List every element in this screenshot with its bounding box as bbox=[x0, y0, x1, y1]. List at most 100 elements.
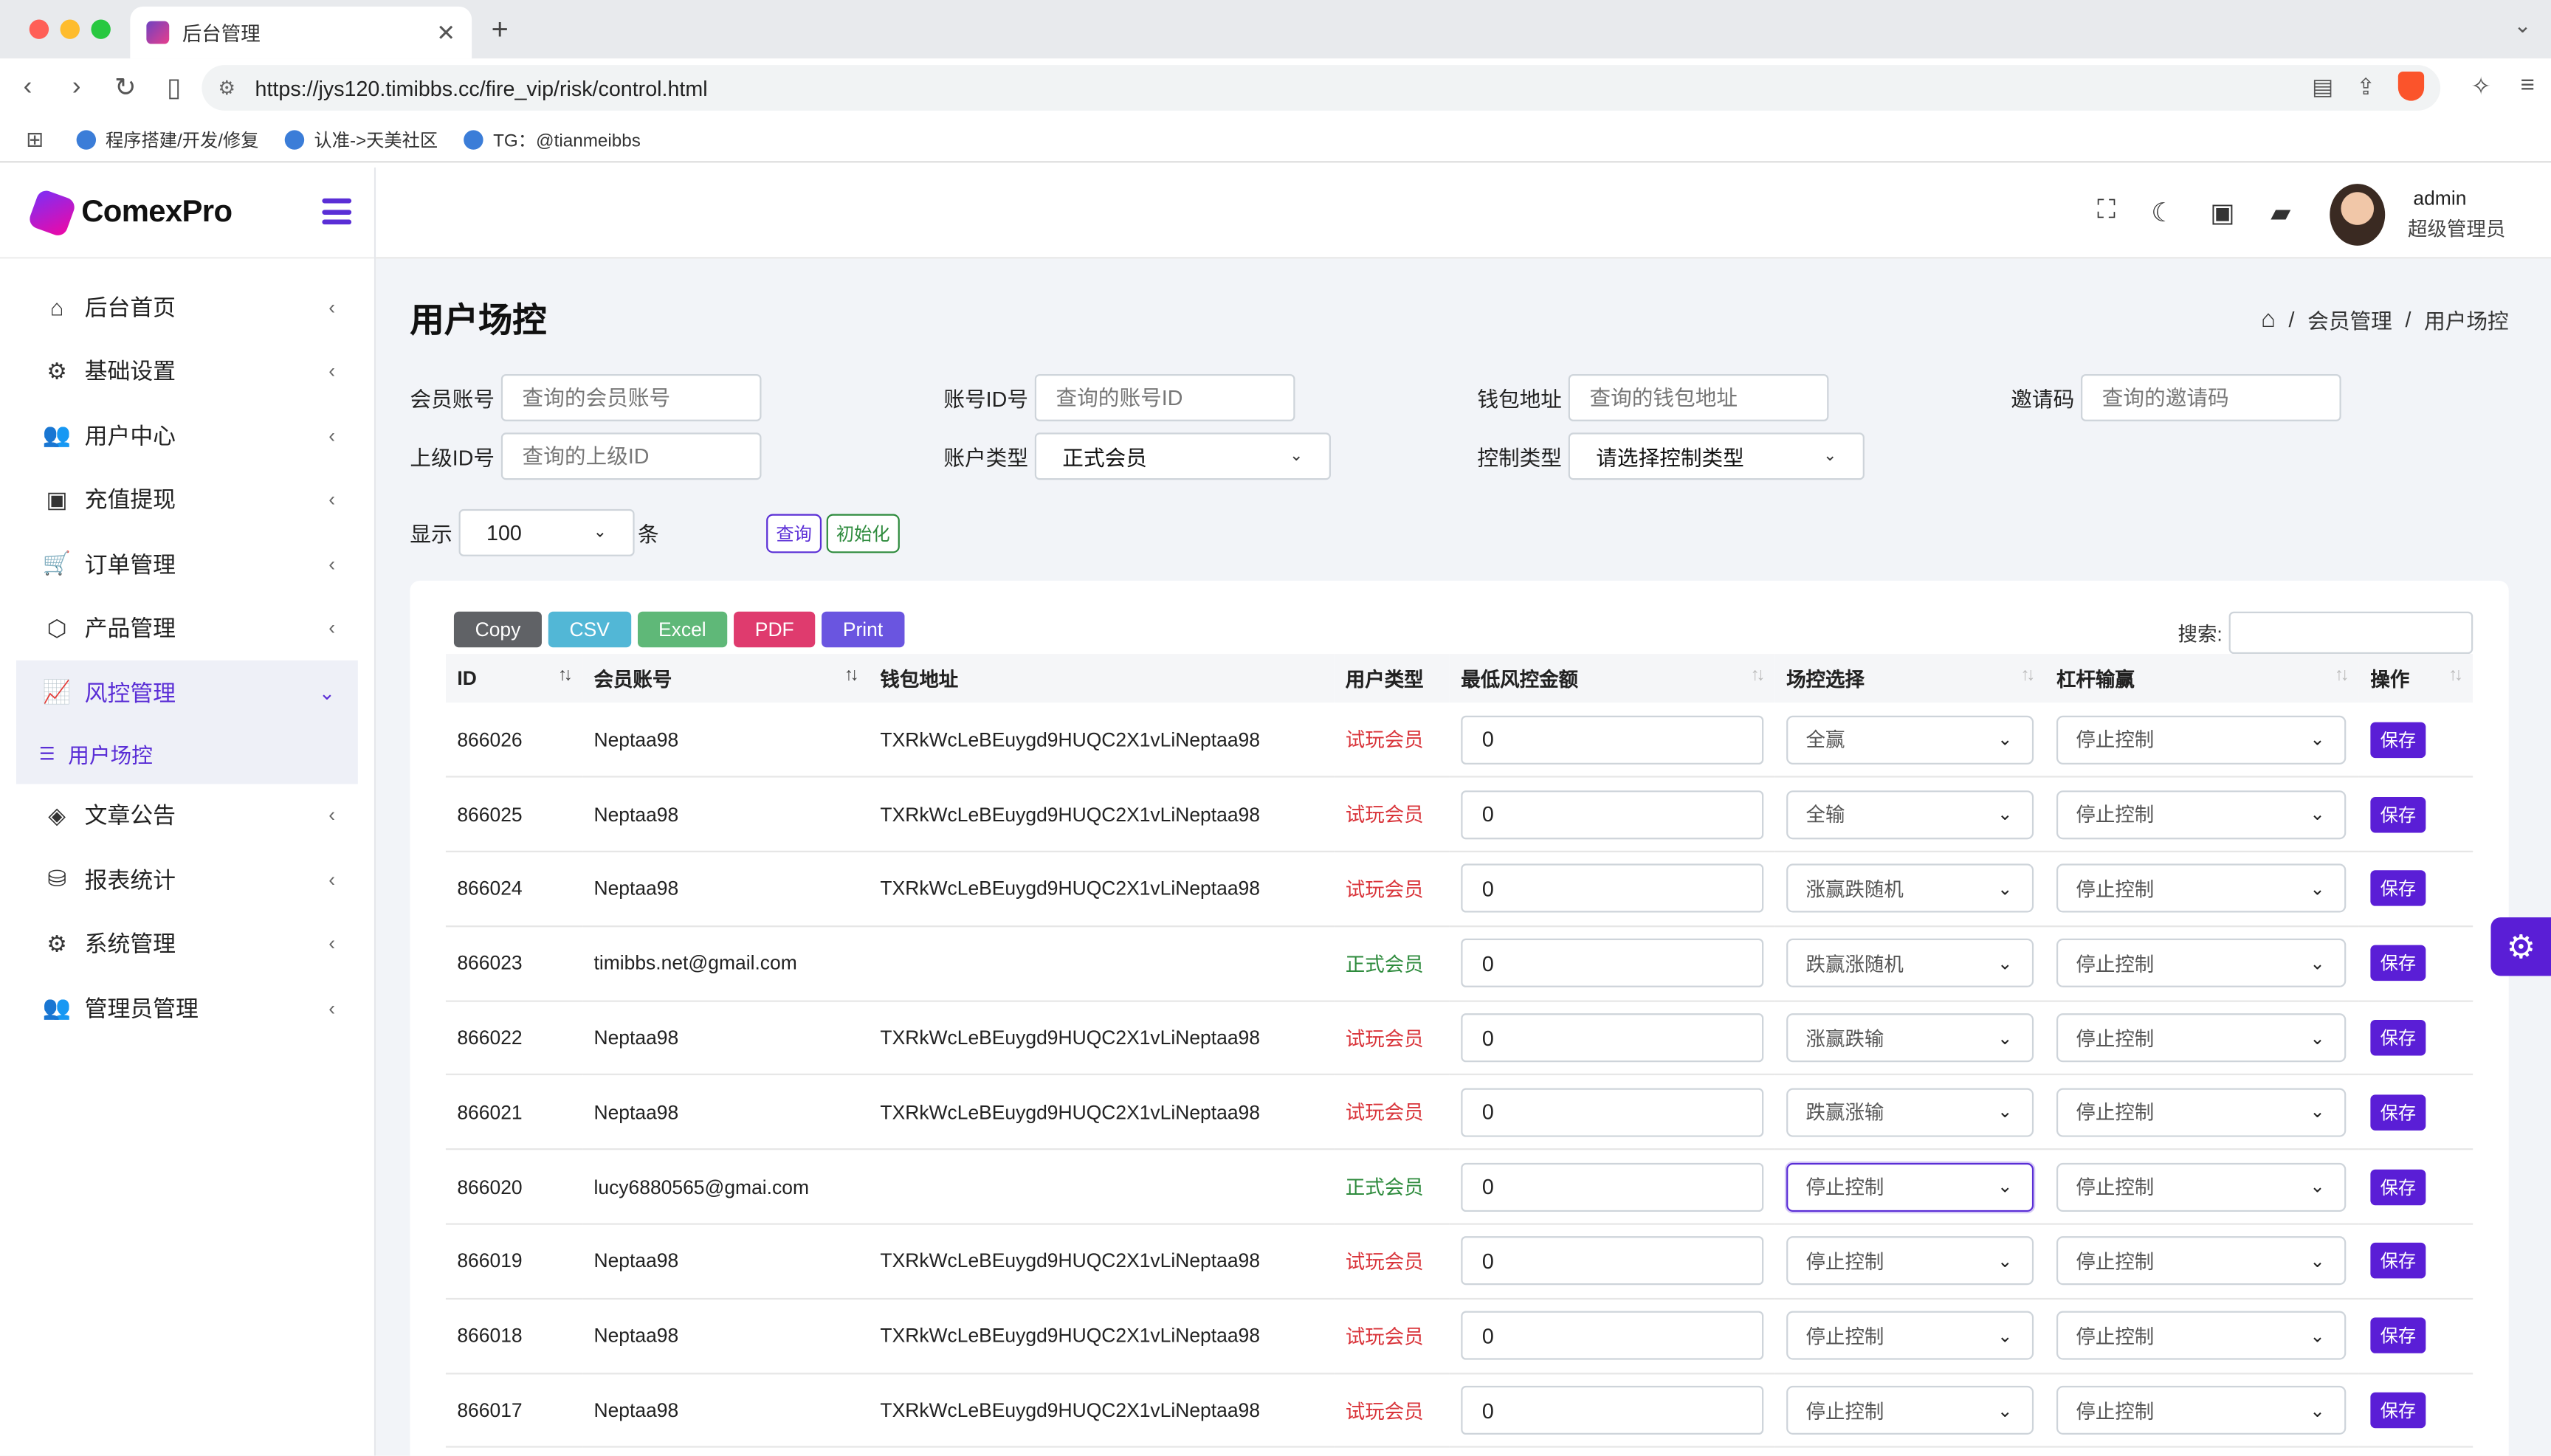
avatar[interactable] bbox=[2330, 184, 2386, 246]
save-button[interactable]: 保存 bbox=[2370, 1317, 2426, 1354]
min-amount-input[interactable]: 0 bbox=[1461, 939, 1764, 988]
control-select[interactable]: 跌赢涨输 ⌄ bbox=[1786, 1088, 2034, 1137]
back-icon[interactable]: ‹ bbox=[7, 73, 49, 103]
browser-tab[interactable]: 后台管理 ✕ bbox=[130, 6, 472, 59]
print-button[interactable]: Print bbox=[822, 611, 904, 648]
min-amount-input[interactable]: 0 bbox=[1461, 1088, 1764, 1137]
save-button[interactable]: 保存 bbox=[2370, 1094, 2426, 1131]
browser-menu-icon[interactable]: ≡ bbox=[2521, 72, 2535, 101]
excel-button[interactable]: Excel bbox=[637, 611, 728, 648]
leverage-select[interactable]: 停止控制 ⌄ bbox=[2056, 939, 2347, 988]
min-amount-input[interactable]: 0 bbox=[1461, 1237, 1764, 1286]
new-tab-button[interactable]: + bbox=[492, 13, 509, 47]
min-amount-input[interactable]: 0 bbox=[1461, 864, 1764, 914]
leverage-select[interactable]: 停止控制 ⌄ bbox=[2056, 1237, 2347, 1286]
money-icon[interactable]: ▣ bbox=[2210, 197, 2234, 230]
invite-input[interactable] bbox=[2081, 373, 2341, 421]
min-amount-input[interactable]: 0 bbox=[1461, 1162, 1764, 1212]
bookmark-item[interactable]: 程序搭建/开发/修复 bbox=[76, 126, 259, 152]
save-button[interactable]: 保存 bbox=[2370, 945, 2426, 981]
min-amount-input[interactable]: 0 bbox=[1461, 1013, 1764, 1063]
sidebar-item-products[interactable]: ⬡ 产品管理 ‹ bbox=[0, 596, 374, 660]
sidebar-item-deposit-withdraw[interactable]: ▣ 充值提现 ‹ bbox=[0, 468, 374, 532]
home-icon[interactable]: ⌂ bbox=[2261, 306, 2276, 333]
control-select[interactable]: 全输 ⌄ bbox=[1786, 790, 2034, 839]
sort-icon[interactable]: ↑↓ bbox=[844, 665, 859, 684]
leverage-select[interactable]: 停止控制 ⌄ bbox=[2056, 790, 2347, 839]
sidebar-item-user-center[interactable]: 👥 用户中心 ‹ bbox=[0, 404, 374, 468]
page-size-select[interactable]: 100 ⌄ bbox=[458, 508, 635, 556]
search-input[interactable] bbox=[2228, 611, 2473, 655]
save-button[interactable]: 保存 bbox=[2370, 1020, 2426, 1056]
sidebar-item-orders[interactable]: 🛒 订单管理 ‹ bbox=[0, 532, 374, 596]
col-header-id[interactable]: ID ↑↓ bbox=[446, 654, 582, 703]
col-header-min-amount[interactable]: 最低风控金额 ↑↓ bbox=[1450, 654, 1775, 703]
account-id-input[interactable] bbox=[1034, 373, 1295, 421]
bookmark-item[interactable]: 认准->天美社区 bbox=[284, 126, 438, 152]
save-button[interactable]: 保存 bbox=[2370, 1243, 2426, 1280]
query-button[interactable]: 查询 bbox=[766, 514, 822, 553]
col-header-control[interactable]: 场控选择 ↑↓ bbox=[1775, 654, 2045, 703]
wallet-input[interactable] bbox=[1568, 373, 1829, 421]
control-select[interactable]: 停止控制 ⌄ bbox=[1786, 1311, 2034, 1361]
sidebar-subitem-user-control[interactable]: ☰ 用户场控 bbox=[16, 724, 358, 784]
ai-sparkle-icon[interactable]: ✧ bbox=[2471, 72, 2491, 100]
sort-icon[interactable]: ↑↓ bbox=[2020, 665, 2035, 684]
save-button[interactable]: 保存 bbox=[2370, 1169, 2426, 1205]
bookmark-item[interactable]: TG：@tianmeibbs bbox=[464, 126, 641, 152]
sort-icon[interactable]: ↑↓ bbox=[558, 665, 573, 684]
col-header-actions[interactable]: 操作 ↑↓ bbox=[2359, 654, 2473, 703]
sort-icon[interactable]: ↑↓ bbox=[2448, 665, 2463, 684]
col-header-account[interactable]: 会员账号 ↑↓ bbox=[582, 654, 869, 703]
control-select[interactable]: 涨赢跌输 ⌄ bbox=[1786, 1013, 2034, 1063]
sidebar-item-admins[interactable]: 👥 管理员管理 ‹ bbox=[0, 976, 374, 1040]
save-button[interactable]: 保存 bbox=[2370, 1392, 2426, 1429]
control-select[interactable]: 涨赢跌随机 ⌄ bbox=[1786, 864, 2034, 914]
settings-gear-icon[interactable]: ⚙ bbox=[2490, 917, 2551, 976]
share-icon[interactable]: ⇪ bbox=[2356, 72, 2375, 100]
sidebar-item-system[interactable]: ⚙ 系统管理 ‹ bbox=[0, 911, 374, 976]
breadcrumb-item[interactable]: 会员管理 bbox=[2307, 304, 2392, 335]
control-select[interactable]: 全赢 ⌄ bbox=[1786, 715, 2034, 765]
forward-icon[interactable]: › bbox=[55, 73, 97, 103]
leverage-select[interactable]: 停止控制 ⌄ bbox=[2056, 1088, 2347, 1137]
control-select[interactable]: 停止控制 ⌄ bbox=[1786, 1237, 2034, 1286]
save-button[interactable]: 保存 bbox=[2370, 871, 2426, 907]
minimize-window-button[interactable] bbox=[60, 19, 80, 39]
tab-close-icon[interactable]: ✕ bbox=[436, 18, 455, 46]
bookmark-icon[interactable]: ▯ bbox=[153, 72, 195, 104]
reload-icon[interactable]: ↻ bbox=[104, 72, 146, 104]
pdf-button[interactable]: PDF bbox=[734, 611, 816, 648]
moon-icon[interactable]: ☾ bbox=[2151, 197, 2175, 230]
site-settings-icon[interactable]: ⚙ bbox=[218, 77, 235, 100]
maximize-window-button[interactable] bbox=[91, 19, 111, 39]
reader-mode-icon[interactable]: ▤ bbox=[2312, 72, 2333, 100]
sidebar-item-basic-settings[interactable]: ⚙ 基础设置 ‹ bbox=[0, 339, 374, 404]
brave-shield-icon[interactable] bbox=[2397, 71, 2425, 101]
member-account-input[interactable] bbox=[500, 373, 762, 421]
leverage-select[interactable]: 停止控制 ⌄ bbox=[2056, 1311, 2347, 1361]
brand[interactable]: ComexPro bbox=[0, 168, 374, 259]
min-amount-input[interactable]: 0 bbox=[1461, 1311, 1764, 1361]
col-header-leverage[interactable]: 杠杆输赢 ↑↓ bbox=[2045, 654, 2359, 703]
sort-icon[interactable]: ↑↓ bbox=[1751, 665, 1766, 684]
sidebar-item-risk-control[interactable]: 📈 风控管理 ⌄ bbox=[16, 660, 358, 725]
sort-icon[interactable]: ↑↓ bbox=[2335, 665, 2349, 684]
control-type-select[interactable]: 请选择控制类型 ⌄ bbox=[1568, 432, 1865, 480]
apps-grid-icon[interactable]: ⊞ bbox=[26, 126, 44, 152]
leverage-select[interactable]: 停止控制 ⌄ bbox=[2056, 715, 2347, 765]
save-button[interactable]: 保存 bbox=[2370, 796, 2426, 832]
leverage-select[interactable]: 停止控制 ⌄ bbox=[2056, 1013, 2347, 1063]
address-bar[interactable]: ⚙ https://jys120.timibbs.cc/fire_vip/ris… bbox=[202, 65, 2441, 111]
parent-id-input[interactable] bbox=[500, 432, 762, 480]
control-select[interactable]: 停止控制 ⌄ bbox=[1786, 1162, 2034, 1212]
control-select[interactable]: 跌赢涨随机 ⌄ bbox=[1786, 939, 2034, 988]
tab-menu-chevron-icon[interactable]: ⌄ bbox=[2514, 13, 2532, 39]
close-window-button[interactable] bbox=[29, 19, 49, 39]
min-amount-input[interactable]: 0 bbox=[1461, 715, 1764, 765]
reset-button[interactable]: 初始化 bbox=[826, 514, 900, 553]
control-select[interactable]: 停止控制 ⌄ bbox=[1786, 1386, 2034, 1435]
sidebar-item-articles[interactable]: ◈ 文章公告 ‹ bbox=[0, 783, 374, 847]
leverage-select[interactable]: 停止控制 ⌄ bbox=[2056, 1386, 2347, 1435]
min-amount-input[interactable]: 0 bbox=[1461, 1386, 1764, 1435]
